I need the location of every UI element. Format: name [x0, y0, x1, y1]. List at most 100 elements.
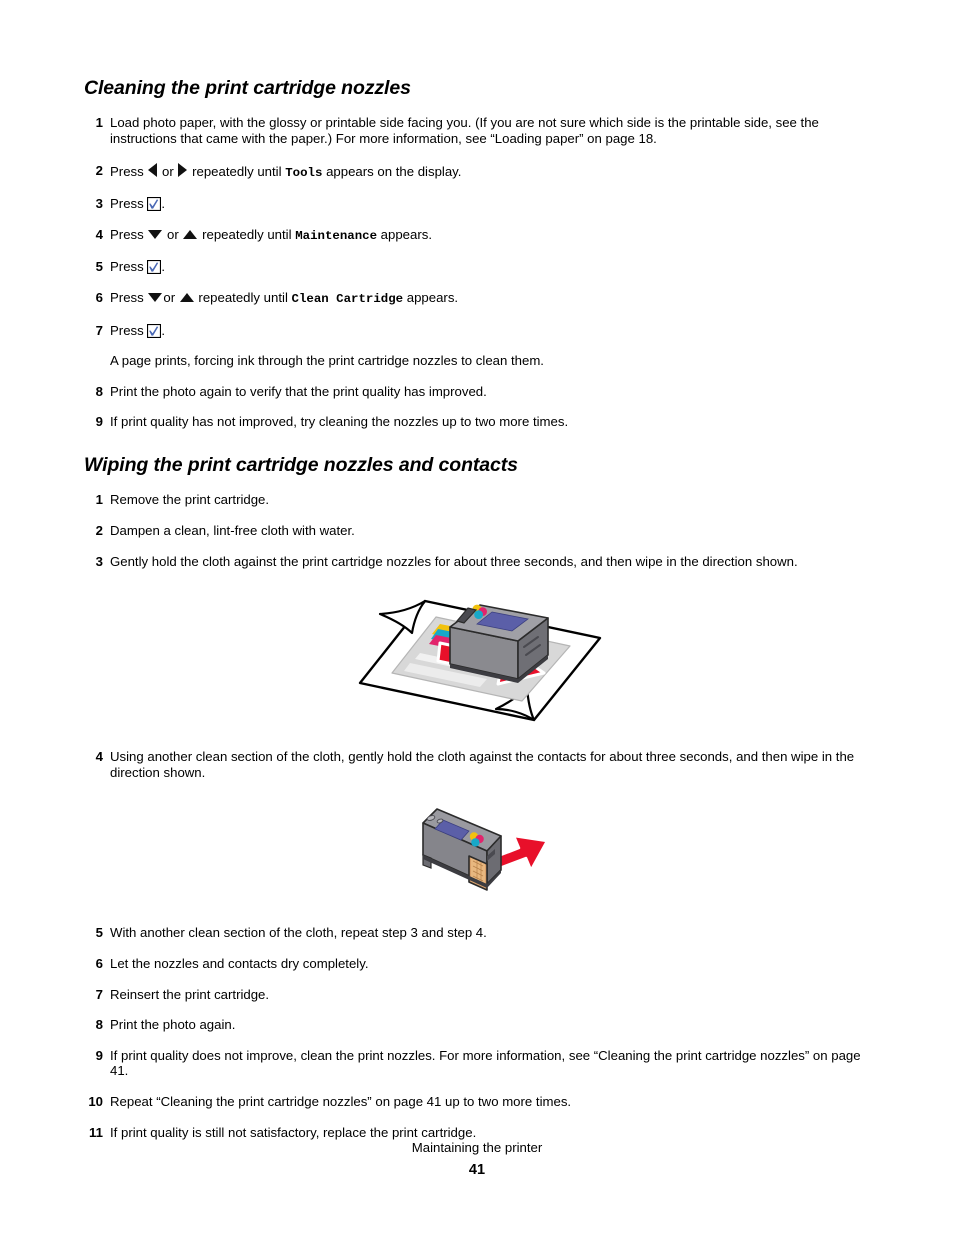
- down-arrow-icon: [148, 293, 163, 302]
- right-arrow-icon: [178, 162, 188, 177]
- step-note: A page prints, forcing ink through the p…: [84, 353, 874, 369]
- step-text-mid: or: [158, 163, 178, 179]
- step-text-mid: or: [163, 290, 179, 305]
- step-number: 4: [95, 749, 103, 765]
- step-number: 9: [95, 1047, 103, 1063]
- step-number: 11: [89, 1124, 103, 1140]
- step-text: Press .: [110, 259, 874, 275]
- step-text-pre: Press: [110, 322, 148, 338]
- list-item: 4 Using another clean section of the clo…: [84, 749, 874, 780]
- step-text: Press or repeatedly until Tools appears …: [110, 162, 874, 182]
- wiping-steps-list: 1 Remove the print cartridge. 2 Dampen a…: [84, 492, 874, 1140]
- step-number: 1: [95, 115, 103, 131]
- step-text-pre: Press: [110, 196, 148, 212]
- step-text: Press or repeatedly until Clean Cartridg…: [110, 290, 874, 308]
- list-item: 7 Press .: [84, 323, 874, 339]
- display-token: Tools: [285, 165, 323, 180]
- step-text: Repeat “Cleaning the print cartridge noz…: [110, 1093, 572, 1109]
- cartridge-contacts-svg: [421, 808, 548, 892]
- list-item: 3 Gently hold the cloth against the prin…: [84, 554, 874, 570]
- left-arrow-icon: [148, 162, 158, 177]
- step-text-tail: .: [161, 322, 166, 338]
- step-text: Reinsert the print cartridge.: [110, 986, 270, 1002]
- step-text: If print quality has not improved, try c…: [110, 414, 569, 430]
- page-content: Cleaning the print cartridge nozzles 1 L…: [84, 77, 874, 1140]
- list-item: 8 Print the photo again to verify that t…: [84, 384, 874, 400]
- list-item: 5 Press .: [84, 259, 874, 275]
- list-item: 1 Remove the print cartridge.: [84, 492, 874, 508]
- footer-title: Maintaining the printer: [411, 1140, 543, 1155]
- step-text: Remove the print cartridge.: [110, 492, 270, 508]
- step-text: Press .: [110, 196, 874, 212]
- list-item: 6 Press or repeatedly until Clean Cartri…: [84, 290, 874, 308]
- step-text-tail: .: [161, 196, 166, 212]
- list-item: 2 Dampen a clean, lint-free cloth with w…: [84, 523, 874, 539]
- step-text-tail: appears.: [403, 290, 459, 305]
- step-note-text: A page prints, forcing ink through the p…: [110, 353, 544, 369]
- step-number: 7: [95, 986, 103, 1002]
- section-title-wiping: Wiping the print cartridge nozzles and c…: [84, 453, 518, 476]
- step-text-pre: Press: [110, 163, 148, 179]
- list-item: 4 Press or repeatedly until Maintenance …: [84, 227, 874, 245]
- step-text: Press or repeatedly until Maintenance ap…: [110, 227, 874, 245]
- select-check-icon: [147, 323, 162, 338]
- step-number: 7: [95, 322, 103, 338]
- down-arrow-icon: [148, 229, 163, 239]
- list-item: 7 Reinsert the print cartridge.: [84, 987, 874, 1003]
- step-text-pre: Press: [110, 290, 148, 305]
- list-item: 2 Press or repeatedly until Tools appear…: [84, 162, 874, 182]
- step-text-mid: or: [163, 226, 183, 242]
- step-text: Print the photo again to verify that the…: [110, 383, 487, 399]
- list-item: 6 Let the nozzles and contacts dry compl…: [84, 956, 874, 972]
- up-arrow-icon: [179, 293, 194, 302]
- cartridge-on-cloth-illustration: [84, 583, 874, 733]
- step-number: 9: [95, 414, 103, 430]
- list-item: 8 Print the photo again.: [84, 1017, 874, 1033]
- page-title: Cleaning the print cartridge nozzles: [84, 77, 411, 99]
- list-item: 9 If print quality has not improved, try…: [84, 414, 874, 430]
- list-item: 11 If print quality is still not satisfa…: [84, 1125, 874, 1141]
- step-text: Gently hold the cloth against the print …: [110, 553, 798, 569]
- step-number: 3: [95, 196, 103, 212]
- cartridge-contacts-illustration: [84, 796, 874, 911]
- step-number: 8: [95, 1017, 103, 1033]
- step-text: If print quality is still not satisfacto…: [110, 1124, 477, 1140]
- step-text-pre: Press: [110, 259, 148, 275]
- step-text: With another clean section of the cloth,…: [110, 925, 487, 941]
- step-number: 8: [95, 383, 103, 399]
- list-item: 9 If print quality does not improve, cle…: [84, 1048, 874, 1079]
- step-number: 6: [95, 290, 103, 305]
- list-item: 5 With another clean section of the clot…: [84, 925, 874, 941]
- display-token: Maintenance: [295, 228, 378, 243]
- select-check-icon: [147, 197, 162, 212]
- cartridge-on-cloth-svg: [358, 599, 601, 722]
- page-footer: Maintaining the printer 41: [0, 1140, 954, 1178]
- step-text: Load photo paper, with the glossy or pri…: [110, 115, 819, 147]
- step-text-post: repeatedly until: [194, 290, 292, 305]
- step-text-tail: .: [161, 259, 166, 275]
- up-arrow-icon: [183, 229, 198, 239]
- step-number: 2: [95, 523, 103, 538]
- step-text: If print quality does not improve, clean…: [110, 1047, 861, 1079]
- display-token: Clean Cartridge: [291, 292, 404, 306]
- step-number: 10: [88, 1093, 103, 1109]
- document-page: Cleaning the print cartridge nozzles 1 L…: [0, 0, 954, 1235]
- step-text-tail: appears.: [377, 226, 433, 242]
- step-text-tail: appears on the display.: [322, 163, 462, 179]
- step-number: 2: [95, 162, 103, 178]
- step-number: 3: [95, 553, 103, 569]
- step-number: 4: [95, 226, 103, 242]
- list-item: 1 Load photo paper, with the glossy or p…: [84, 115, 874, 146]
- step-text: Let the nozzles and contacts dry complet…: [110, 955, 369, 971]
- step-number: 5: [95, 925, 103, 941]
- step-text: Press .: [110, 323, 874, 339]
- page-number: 41: [468, 1162, 486, 1178]
- step-number: 6: [95, 955, 103, 971]
- list-item: 10 Repeat “Cleaning the print cartridge …: [84, 1094, 874, 1110]
- cleaning-steps-list: 1 Load photo paper, with the glossy or p…: [84, 115, 874, 430]
- step-text: Dampen a clean, lint-free cloth with wat…: [110, 523, 355, 538]
- step-text: Print the photo again.: [110, 1017, 236, 1033]
- step-text-pre: Press: [110, 226, 148, 242]
- step-text-post: repeatedly until: [188, 163, 286, 179]
- step-number: 1: [95, 492, 103, 508]
